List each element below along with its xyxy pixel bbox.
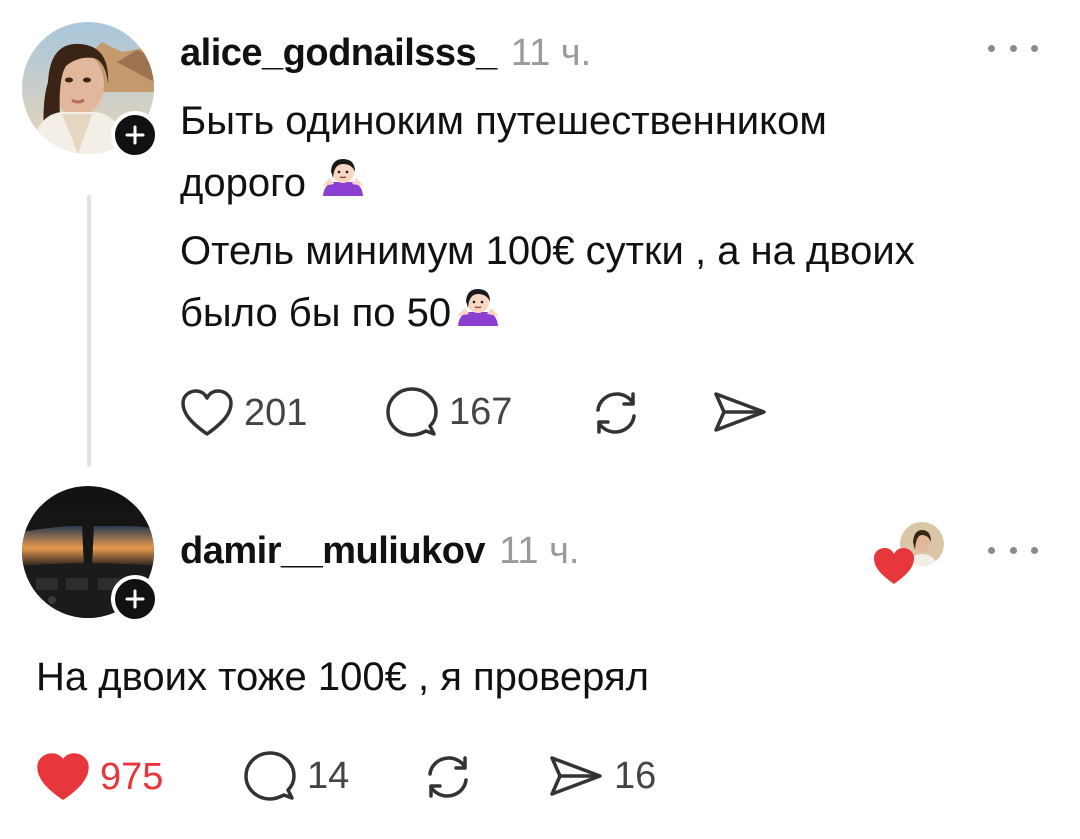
comment-count: 167 [449, 390, 513, 433]
plus-icon [125, 589, 145, 609]
post-text: Быть одиноким путешественником дорого От… [180, 90, 915, 350]
reply-text: На двоих тоже 100€ , я проверял [36, 646, 649, 708]
liked-by-author-badge [870, 520, 950, 590]
comment-count: 14 [307, 754, 350, 797]
post-text-line: Быть одиноким путешественником [180, 99, 827, 143]
more-icon-dot [1009, 44, 1017, 52]
post-text-line: дорого [180, 152, 915, 220]
post-author[interactable]: damir__muliukov 11 ч. [180, 530, 579, 573]
repost-icon [428, 756, 468, 798]
post-timestamp: 11 ч. [510, 32, 592, 74]
repost-icon [596, 392, 636, 434]
shrug-emoji [320, 156, 366, 220]
post-text-fragment: было бы по 50 [180, 291, 452, 335]
share-button[interactable] [712, 390, 778, 434]
username-label[interactable]: alice_godnailsss_ [180, 32, 497, 74]
shrug-emoji [455, 286, 501, 350]
share-count: 16 [614, 754, 657, 797]
like-count: 201 [244, 391, 308, 434]
more-options-button[interactable] [988, 540, 1038, 560]
like-count: 975 [100, 755, 164, 798]
share-icon [714, 392, 766, 432]
more-icon-dot [1031, 546, 1038, 554]
post-text-line: Отель минимум 100€ сутки , а на двоих [180, 229, 915, 273]
share-icon [550, 756, 602, 796]
post-author[interactable]: alice_godnailsss_ 11 ч. [180, 32, 591, 75]
more-icon-dot [1031, 44, 1038, 52]
comment-button[interactable]: 167 [385, 386, 512, 438]
post-timestamp: 11 ч. [499, 530, 580, 572]
heart-icon [181, 389, 233, 436]
follow-button-damir[interactable] [111, 575, 159, 623]
post-text-line: было бы по 50 [180, 282, 915, 350]
share-button[interactable]: 16 [548, 754, 656, 798]
more-icon-dot [1009, 546, 1017, 554]
more-options-button[interactable] [988, 38, 1038, 58]
thread-connector [87, 195, 91, 467]
comment-icon [386, 387, 438, 437]
more-icon-dot [988, 546, 995, 554]
repost-button[interactable] [590, 388, 652, 438]
username-label[interactable]: damir__muliukov [180, 530, 486, 572]
post-text-line: На двоих тоже 100€ , я проверял [36, 655, 649, 699]
like-button[interactable]: 201 [180, 388, 307, 438]
more-icon-dot [988, 44, 995, 52]
heart-icon [37, 753, 89, 800]
plus-icon [125, 125, 145, 145]
repost-button[interactable] [422, 752, 484, 802]
like-button[interactable]: 975 [36, 752, 163, 802]
thread-view: alice_godnailsss_ 11 ч. Быть одиноким пут… [0, 0, 1080, 839]
comment-button[interactable]: 14 [243, 750, 349, 802]
post-text-fragment: дорого [180, 161, 307, 205]
follow-button-alice[interactable] [111, 111, 159, 159]
comment-icon [244, 751, 296, 801]
